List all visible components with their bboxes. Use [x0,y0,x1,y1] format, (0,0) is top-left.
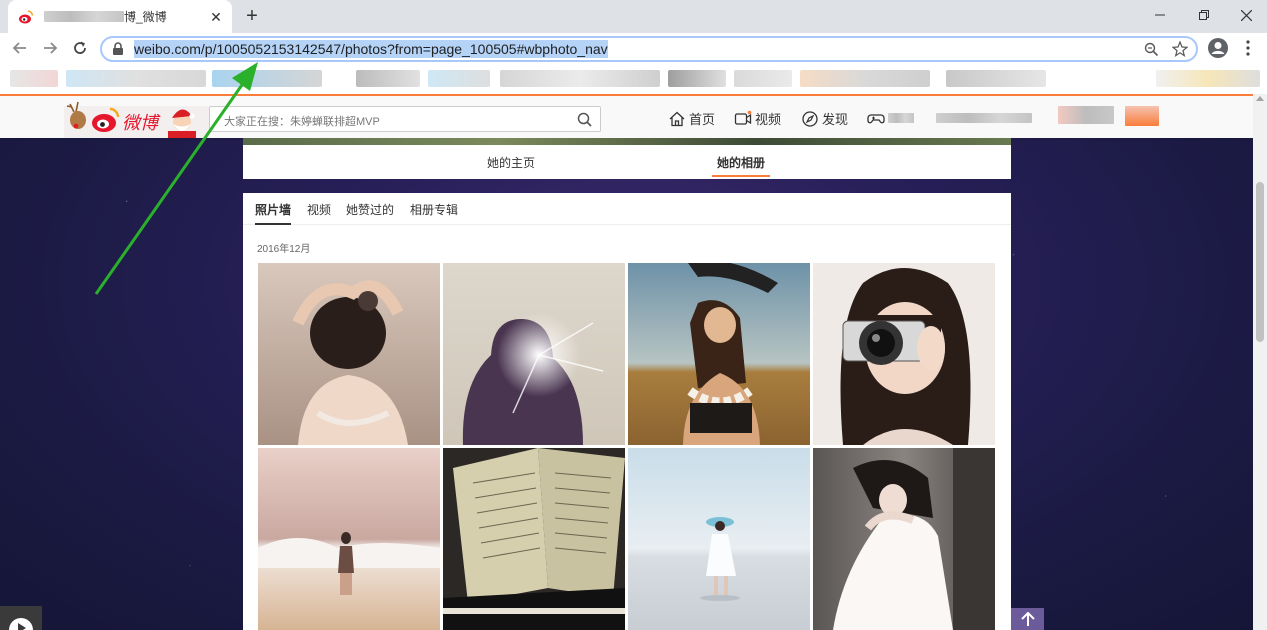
subtab-indicator [255,223,291,225]
search-placeholder[interactable]: 大家正在搜：朱婷蝉联排超MVP [224,113,380,129]
photo-thumbnail [443,448,625,630]
nav-home-link[interactable]: 首页 [668,109,715,128]
photo-girl-flower-lei[interactable] [628,263,810,445]
browser-tab-bar: 博_微博 ✕ + [0,0,1267,33]
nav-discover-label: 发现 [822,112,849,127]
bookmarks-bar [0,64,1267,94]
scroll-thumb[interactable] [1256,182,1264,342]
search-icon[interactable] [577,112,592,127]
browser-toolbar: weibo.com/p/1005052153142547/photos?from… [0,33,1267,64]
zoom-icon[interactable] [1144,42,1158,56]
photo-silhouette-sunlight[interactable] [443,263,625,445]
url-text[interactable]: weibo.com/p/1005052153142547/photos?from… [134,40,608,58]
back-to-top-button[interactable] [1011,608,1044,630]
tab-album-collections[interactable]: 相册专辑 [410,201,458,218]
weibo-logo-text: 微博 [122,113,161,134]
photo-girl-hands-on-head[interactable] [258,263,440,445]
tab-liked[interactable]: 她赞过的 [346,201,394,218]
album-panel: 照片墙 视频 她赞过的 相册专辑 2016年12月 [243,193,1011,630]
blurred-tab-text [44,11,124,22]
profile-avatar-icon[interactable] [1207,37,1229,59]
bookmark-item[interactable] [946,70,1046,87]
nav-home-label: 首页 [689,112,716,127]
weibo-top-nav: 微博 大家正在搜：朱婷蝉联排超MVP 首页 视频 发现 [0,94,1253,138]
weibo-search-box[interactable]: 大家正在搜：朱婷蝉联排超MVP [209,106,601,132]
minimize-button[interactable] [1138,0,1182,30]
bookmark-item[interactable] [800,70,930,87]
blurred-avatar[interactable] [1058,106,1114,124]
star-icon[interactable] [1172,41,1188,57]
bookmark-item[interactable] [212,70,322,87]
lock-icon [113,42,123,55]
address-bar[interactable]: weibo.com/p/1005052153142547/photos?from… [100,36,1198,62]
nav-discover-link[interactable]: 发现 [801,109,848,128]
bookmark-item[interactable] [734,70,792,87]
blurred-username [936,113,1032,123]
minimize-icon [1155,14,1165,16]
blurred-nav-text [888,113,914,123]
weibo-logo[interactable]: 微博 [64,98,209,138]
play-icon [9,618,33,630]
home-icon [669,111,685,126]
back-button[interactable] [10,38,30,58]
profile-tabs: 她的主页 她的相册 [243,145,1011,179]
blurred-post-button[interactable] [1125,106,1159,126]
bookmark-item[interactable] [1156,70,1260,87]
browser-tab[interactable]: 博_微博 ✕ [8,0,232,33]
photo-thumbnail [813,448,995,630]
forward-arrow-icon [44,42,58,54]
album-subtabs: 照片墙 视频 她赞过的 相册专辑 [243,193,1011,225]
cover-image-bottom [243,138,1011,145]
restore-icon [1199,10,1209,20]
photo-thumbnail [443,263,625,445]
restore-button[interactable] [1182,0,1226,30]
photo-thumbnail [628,263,810,445]
nav-video-label: 视频 [755,112,782,127]
nav-game-link[interactable] [867,109,914,127]
photo-girl-with-camera[interactable] [813,263,995,445]
photo-girl-at-beach-waves[interactable] [258,448,440,630]
bookmark-item[interactable] [668,70,726,87]
photo-date-group: 2016年12月 [257,244,311,255]
bookmark-item[interactable] [500,70,660,87]
bookmark-item[interactable] [10,70,58,87]
compass-icon [802,110,818,127]
arrow-up-icon [1020,612,1035,626]
photo-thumbnail [258,448,440,630]
reload-button[interactable] [70,38,90,58]
back-arrow-icon [12,42,26,54]
tab-photo-wall[interactable]: 照片墙 [255,201,291,218]
scroll-up-arrow-icon[interactable] [1256,96,1264,101]
close-icon [1240,9,1252,21]
nav-video-link[interactable]: 视频 [734,109,781,128]
weibo-icon [19,9,34,23]
gamepad-icon [867,114,885,124]
tab-videos[interactable]: 视频 [307,201,331,218]
bookmark-item[interactable] [66,70,206,87]
play-button[interactable] [0,606,42,630]
photo-thumbnail [813,263,995,445]
photo-thumbnail [258,263,440,445]
close-icon[interactable]: ✕ [208,9,224,25]
weibo-page: 微博 大家正在搜：朱婷蝉联排超MVP 首页 视频 发现 她的主页 她的相册 照片… [0,94,1267,630]
menu-dots-icon[interactable] [1240,38,1256,58]
tab-title: 博_微博 [44,8,208,25]
window-close-button[interactable] [1224,0,1267,30]
bookmark-item[interactable] [356,70,420,87]
weibo-christmas-logo-icon: 微博 [64,101,209,138]
bookmark-item[interactable] [428,70,490,87]
tab-her-homepage[interactable]: 她的主页 [487,154,535,171]
video-icon [734,110,752,125]
photo-girl-on-beach-hat[interactable] [628,448,810,630]
tab-title-suffix: 博_微博 [124,10,167,24]
photo-girl-white-dress[interactable] [813,448,995,630]
active-tab-indicator [712,175,770,177]
forward-button[interactable] [40,38,60,58]
page-scrollbar[interactable] [1253,94,1267,630]
new-tab-button[interactable]: + [241,5,263,27]
tab-her-album[interactable]: 她的相册 [717,154,765,171]
photo-thumbnail [628,448,810,630]
reload-icon [74,41,86,54]
photo-sheet-music-piano[interactable] [443,448,625,630]
